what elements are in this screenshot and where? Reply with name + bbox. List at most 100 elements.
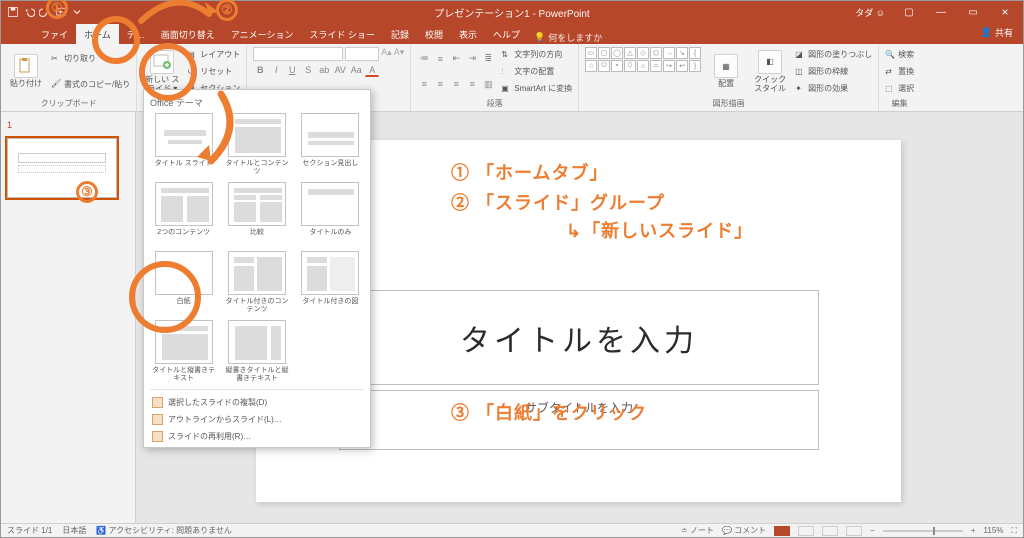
- line-spacing-button[interactable]: ≣: [481, 52, 495, 66]
- group-paragraph-label: 段落: [417, 98, 572, 109]
- layout-content-caption[interactable]: タイトル付きのコンテンツ: [223, 251, 290, 314]
- shadow-button[interactable]: ab: [317, 63, 331, 77]
- subtitle-placeholder-text: サブタイトルを入力: [525, 399, 633, 416]
- smartart-button[interactable]: ▣SmartArt に変換: [501, 83, 572, 94]
- find-button[interactable]: 🔍検索: [885, 49, 914, 60]
- subtitle-placeholder[interactable]: サブタイトルを入力: [339, 390, 819, 450]
- tab-help[interactable]: ヘルプ: [485, 24, 528, 44]
- align-center-button[interactable]: ≡: [433, 77, 447, 91]
- find-icon: 🔍: [885, 50, 895, 60]
- tab-file[interactable]: ファイ: [41, 24, 76, 44]
- reading-view-button[interactable]: [822, 526, 838, 536]
- restore-button[interactable]: ▭: [959, 1, 987, 23]
- zoom-out-button[interactable]: −: [870, 526, 875, 535]
- slide-thumb-1[interactable]: [7, 138, 117, 198]
- tell-me-search[interactable]: 💡 何をしますか: [534, 31, 602, 44]
- replace-button[interactable]: ⇄置換: [885, 66, 914, 77]
- format-painter-button[interactable]: 🖌書式のコピー/貼り: [51, 79, 130, 90]
- reuse-slides-item[interactable]: スライドの再利用(R)…: [150, 428, 364, 445]
- share-button[interactable]: 👤 共有: [981, 26, 1013, 39]
- italic-button[interactable]: I: [269, 63, 283, 77]
- shapes-gallery[interactable]: ▭▢◯△◇⬠→↘{ ☆⬭⬩⬯⌂⌓↪↩}: [585, 47, 701, 96]
- undo-icon[interactable]: [23, 6, 35, 18]
- slide-thumbnail-pane[interactable]: 1: [1, 112, 136, 523]
- close-button[interactable]: ×: [991, 1, 1019, 23]
- select-icon: ⬚: [885, 84, 895, 94]
- title-placeholder[interactable]: タイトルを入力: [339, 290, 819, 385]
- fill-icon: ◪: [795, 50, 805, 60]
- reuse-icon: [152, 431, 163, 442]
- select-button[interactable]: ⬚選択: [885, 83, 914, 94]
- tab-animations[interactable]: アニメーション: [223, 24, 302, 44]
- normal-view-button[interactable]: [774, 526, 790, 536]
- decrease-font-icon[interactable]: A▾: [394, 47, 405, 61]
- increase-font-icon[interactable]: A▴: [381, 47, 392, 61]
- spacing-button[interactable]: AV: [333, 63, 347, 77]
- notes-button[interactable]: ≐ ノート: [681, 525, 714, 536]
- fit-to-window-button[interactable]: ⛶: [1011, 526, 1017, 536]
- numbering-button[interactable]: ≡: [433, 52, 447, 66]
- shape-effects-button[interactable]: ✦図形の効果: [795, 83, 872, 94]
- accessibility-status[interactable]: ♿ アクセシビリティ: 問題ありません: [96, 525, 232, 536]
- slideshow-view-button[interactable]: [846, 526, 862, 536]
- cut-button[interactable]: ✂切り取り: [51, 53, 130, 64]
- zoom-percent[interactable]: 115%: [984, 526, 1004, 535]
- sorter-view-button[interactable]: [798, 526, 814, 536]
- duplicate-slides-item[interactable]: 選択したスライドの複製(D): [150, 394, 364, 411]
- new-slide-gallery: Office テーマ タイトル スライド タイトルとコンテンツ セクション見出し…: [143, 89, 371, 448]
- strike-button[interactable]: S: [301, 63, 315, 77]
- layout-vertical-title-text[interactable]: 縦書きタイトルと縦書きテキスト: [223, 320, 290, 383]
- font-size-select[interactable]: [345, 47, 379, 61]
- shape-fill-button[interactable]: ◪図形の塗りつぶし: [795, 49, 872, 60]
- layout-title-vertical-text[interactable]: タイトルと縦書きテキスト: [150, 320, 217, 383]
- reset-button[interactable]: ↺リセット: [187, 66, 240, 77]
- layout-two-content[interactable]: 2つのコンテンツ: [150, 182, 217, 245]
- start-from-beginning-icon[interactable]: [55, 6, 67, 18]
- tab-home[interactable]: ホーム: [76, 24, 119, 44]
- layout-button[interactable]: ▤レイアウト: [187, 49, 240, 60]
- bold-button[interactable]: B: [253, 63, 267, 77]
- qat-caret-icon[interactable]: [71, 6, 83, 18]
- comments-button[interactable]: 💬 コメント: [722, 525, 766, 536]
- slides-from-outline-item[interactable]: アウトラインからスライド(L)…: [150, 411, 364, 428]
- redo-icon[interactable]: [39, 6, 51, 18]
- gallery-footer: 選択したスライドの複製(D) アウトラインからスライド(L)… スライドの再利用…: [150, 389, 364, 445]
- indent-inc-button[interactable]: ⇥: [465, 52, 479, 66]
- align-right-button[interactable]: ≡: [449, 77, 463, 91]
- layout-blank[interactable]: 白紙: [150, 251, 217, 314]
- zoom-in-button[interactable]: +: [971, 526, 976, 535]
- tab-record[interactable]: 記録: [383, 24, 417, 44]
- font-name-select[interactable]: [253, 47, 343, 61]
- char-case-button[interactable]: Aa: [349, 63, 363, 77]
- slide-counter: スライド 1/1: [7, 525, 52, 536]
- group-clipboard: 貼り付け ✂切り取り 🖌書式のコピー/貼り クリップボード: [1, 44, 137, 111]
- layout-picture-caption[interactable]: タイトル付きの図: [297, 251, 364, 314]
- text-direction-button[interactable]: ⇅文字列の方向: [501, 49, 572, 60]
- save-icon[interactable]: [7, 6, 19, 18]
- columns-button[interactable]: ▥: [481, 77, 495, 91]
- underline-button[interactable]: U: [285, 63, 299, 77]
- align-left-button[interactable]: ≡: [417, 77, 431, 91]
- arrange-button[interactable]: ▦ 配置: [707, 47, 745, 96]
- layout-section-header[interactable]: セクション見出し: [297, 113, 364, 176]
- anno-arrow-1-to-2: [131, 0, 221, 36]
- paste-button[interactable]: 貼り付け: [7, 47, 45, 96]
- layout-comparison[interactable]: 比較: [223, 182, 290, 245]
- align-text-button[interactable]: ⫶文字の配置: [501, 66, 572, 77]
- ribbon-options-icon[interactable]: ▢: [895, 1, 923, 23]
- zoom-slider[interactable]: [883, 530, 963, 532]
- tab-review[interactable]: 校閲: [417, 24, 451, 44]
- user-name[interactable]: タダ ☺: [855, 6, 885, 19]
- quick-styles-button[interactable]: ◧ クイック スタイル: [751, 47, 789, 96]
- font-color-button[interactable]: A: [365, 63, 379, 77]
- shape-outline-button[interactable]: ◫図形の枠線: [795, 66, 872, 77]
- layout-title-only[interactable]: タイトルのみ: [297, 182, 364, 245]
- language-indicator[interactable]: 日本語: [62, 525, 86, 536]
- tab-view[interactable]: 表示: [451, 24, 485, 44]
- minimize-button[interactable]: —: [927, 1, 955, 23]
- tab-slideshow[interactable]: スライド ショー: [301, 24, 383, 44]
- justify-button[interactable]: ≡: [465, 77, 479, 91]
- new-slide-icon: [150, 50, 174, 74]
- indent-dec-button[interactable]: ⇤: [449, 52, 463, 66]
- bullets-button[interactable]: ≔: [417, 52, 431, 66]
